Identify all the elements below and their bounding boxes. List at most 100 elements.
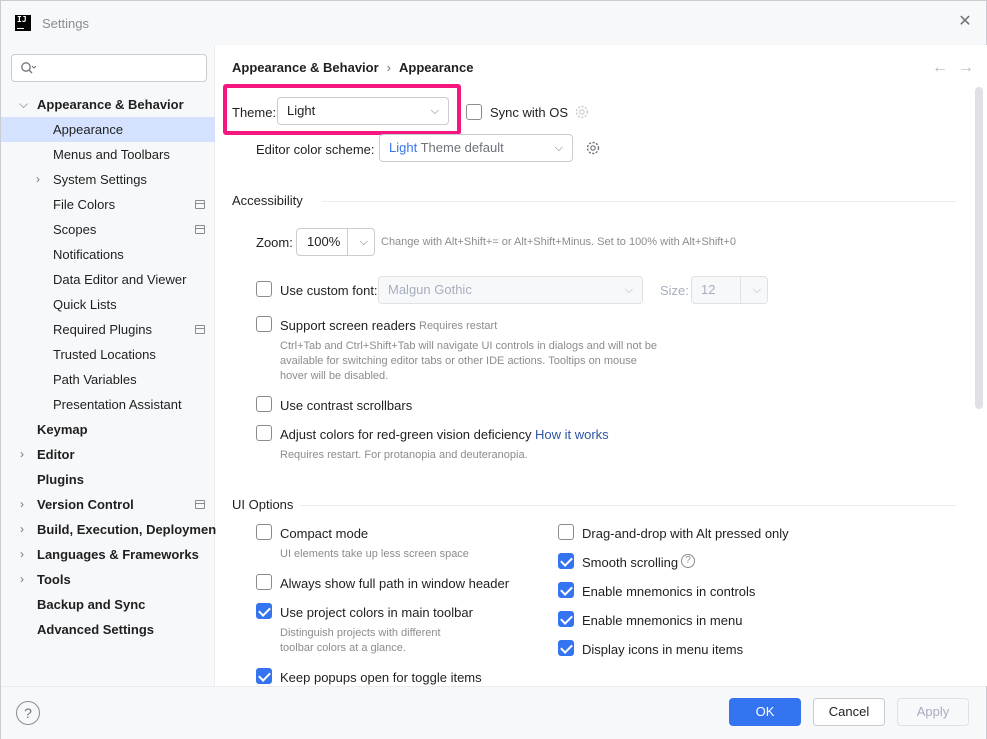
zoom-divider (347, 229, 348, 255)
sidebar-item-system-settings[interactable]: › System Settings (1, 167, 215, 192)
drag-drop-alt-label: Drag-and-drop with Alt pressed only (582, 526, 789, 541)
mnemonics-controls-label: Enable mnemonics in controls (582, 584, 756, 599)
color-scheme-dropdown[interactable]: Light Theme default ⌵ (379, 134, 573, 162)
section-divider (322, 201, 956, 202)
accessibility-heading: Accessibility (232, 193, 303, 208)
sidebar-item-file-colors[interactable]: File Colors (1, 192, 215, 217)
title-bar: IJ Settings ✕ (1, 1, 986, 45)
vertical-scrollbar[interactable] (975, 87, 983, 409)
sidebar-item-languages-frameworks[interactable]: › Languages & Frameworks (1, 542, 215, 567)
screen-readers-desc-2: available for switching editor tabs or o… (280, 355, 637, 367)
settings-sidebar: ⌵ Appearance & Behavior Appearance Menus… (1, 45, 220, 686)
settings-content: Appearance & Behavior › Appearance ← → The… (216, 45, 987, 686)
mnemonics-menu-checkbox[interactable] (558, 611, 574, 627)
sidebar-item-label: Languages & Frameworks (37, 547, 199, 562)
font-size-label: Size: (660, 283, 689, 298)
sidebar-item-keymap[interactable]: Keymap (1, 417, 215, 442)
chevron-right-icon: › (20, 572, 24, 586)
sidebar-item-label: Editor (37, 447, 75, 462)
menu-icons-checkbox[interactable] (558, 640, 574, 656)
full-path-checkbox[interactable] (256, 574, 272, 590)
screen-readers-checkbox[interactable] (256, 316, 272, 332)
compact-mode-checkbox[interactable] (256, 524, 272, 540)
help-circle-icon[interactable]: ? (681, 554, 695, 568)
color-deficiency-checkbox[interactable] (256, 425, 272, 441)
breadcrumb-parent[interactable]: Appearance & Behavior (232, 60, 379, 75)
sidebar-item-editor[interactable]: › Editor (1, 442, 215, 467)
menu-icons-label: Display icons in menu items (582, 642, 744, 657)
sidebar-item-label: Backup and Sync (37, 597, 146, 612)
sidebar-item-label: Appearance (53, 122, 124, 137)
contrast-scrollbars-label: Use contrast scrollbars (280, 398, 413, 413)
close-icon[interactable]: ✕ (956, 13, 974, 31)
drag-drop-alt-checkbox[interactable] (558, 524, 574, 540)
ok-button[interactable]: OK (729, 698, 801, 726)
app-logo-icon: IJ (15, 15, 31, 31)
forward-arrow-icon[interactable]: → (958, 59, 974, 77)
mnemonics-menu-label: Enable mnemonics in menu (582, 613, 743, 628)
sidebar-item-label: Keymap (37, 422, 88, 437)
sidebar-item-path-variables[interactable]: Path Variables (1, 367, 215, 392)
keep-popups-label: Keep popups open for toggle items (280, 670, 482, 685)
gear-icon[interactable] (585, 140, 601, 156)
chevron-down-icon: ⌵ (554, 142, 563, 154)
sidebar-item-scopes[interactable]: Scopes (1, 217, 215, 242)
sidebar-item-quick-lists[interactable]: Quick Lists (1, 292, 215, 317)
project-level-icon (195, 500, 205, 509)
sidebar-item-label: Advanced Settings (37, 622, 155, 637)
sidebar-item-presentation-assistant[interactable]: Presentation Assistant (1, 392, 215, 417)
custom-font-dropdown[interactable]: Malgun Gothic ⌵ (378, 276, 643, 304)
color-deficiency-label: Adjust colors for red-green vision defic… (280, 427, 532, 442)
project-level-icon (195, 325, 205, 334)
sidebar-item-label: Plugins (37, 472, 84, 487)
sidebar-item-label: Build, Execution, Deployment (37, 522, 221, 537)
sidebar-item-backup-sync[interactable]: Backup and Sync (1, 592, 215, 617)
gear-icon[interactable] (574, 104, 590, 120)
zoom-value: 100% (307, 234, 341, 249)
back-arrow-icon[interactable]: ← (932, 59, 948, 77)
zoom-dropdown[interactable]: 100% ⌵ (296, 228, 375, 256)
sidebar-item-menus-toolbars[interactable]: Menus and Toolbars (1, 142, 215, 167)
contrast-scrollbars-checkbox[interactable] (256, 396, 272, 412)
sidebar-item-data-editor[interactable]: Data Editor and Viewer (1, 267, 215, 292)
compact-mode-hint: UI elements take up less screen space (280, 548, 469, 560)
sidebar-item-required-plugins[interactable]: Required Plugins (1, 317, 215, 342)
smooth-scrolling-checkbox[interactable] (558, 553, 574, 569)
project-level-icon (195, 225, 205, 234)
apply-button[interactable]: Apply (897, 698, 969, 726)
chevron-right-icon: › (386, 60, 392, 75)
project-colors-hint-2: toolbar colors at a glance. (280, 642, 406, 654)
sidebar-item-trusted-locations[interactable]: Trusted Locations (1, 342, 215, 367)
chevron-right-icon: › (20, 522, 24, 536)
how-it-works-link[interactable]: How it works (535, 427, 609, 442)
sidebar-item-tools[interactable]: › Tools (1, 567, 215, 592)
sidebar-item-plugins[interactable]: Plugins (1, 467, 215, 492)
keep-popups-checkbox[interactable] (256, 668, 272, 684)
smooth-scrolling-label: Smooth scrolling (582, 555, 679, 570)
cancel-button[interactable]: Cancel (813, 698, 885, 726)
sync-with-os-checkbox[interactable] (466, 104, 482, 120)
sidebar-item-appearance[interactable]: Appearance (1, 117, 215, 142)
theme-dropdown[interactable]: Light ⌵ (277, 97, 449, 125)
mnemonics-controls-checkbox[interactable] (558, 582, 574, 598)
project-colors-checkbox[interactable] (256, 603, 272, 619)
sidebar-item-advanced-settings[interactable]: Advanced Settings (1, 617, 215, 642)
help-button[interactable]: ? (16, 701, 40, 725)
chevron-right-icon: › (36, 172, 40, 186)
custom-font-checkbox[interactable] (256, 281, 272, 297)
search-icon (21, 62, 36, 74)
compact-mode-label: Compact mode (280, 526, 369, 541)
sidebar-item-notifications[interactable]: Notifications (1, 242, 215, 267)
chevron-right-icon: › (20, 497, 24, 511)
sidebar-item-appearance-behavior[interactable]: ⌵ Appearance & Behavior (1, 92, 215, 117)
chevron-down-icon: ⌵ (430, 105, 439, 117)
color-deficiency-hint: Requires restart. For protanopia and deu… (280, 449, 528, 461)
size-divider (740, 277, 741, 303)
settings-window: IJ Settings ✕ ⌵ Appearance & Behavior Ap… (0, 0, 987, 739)
sidebar-item-build-execution-deployment[interactable]: › Build, Execution, Deployment (1, 517, 220, 542)
chevron-down-icon: ⌵ (752, 284, 761, 296)
sidebar-item-label: Menus and Toolbars (53, 147, 170, 162)
sidebar-item-version-control[interactable]: › Version Control (1, 492, 215, 517)
font-size-dropdown[interactable]: 12 ⌵ (691, 276, 768, 304)
search-input[interactable] (11, 54, 207, 82)
